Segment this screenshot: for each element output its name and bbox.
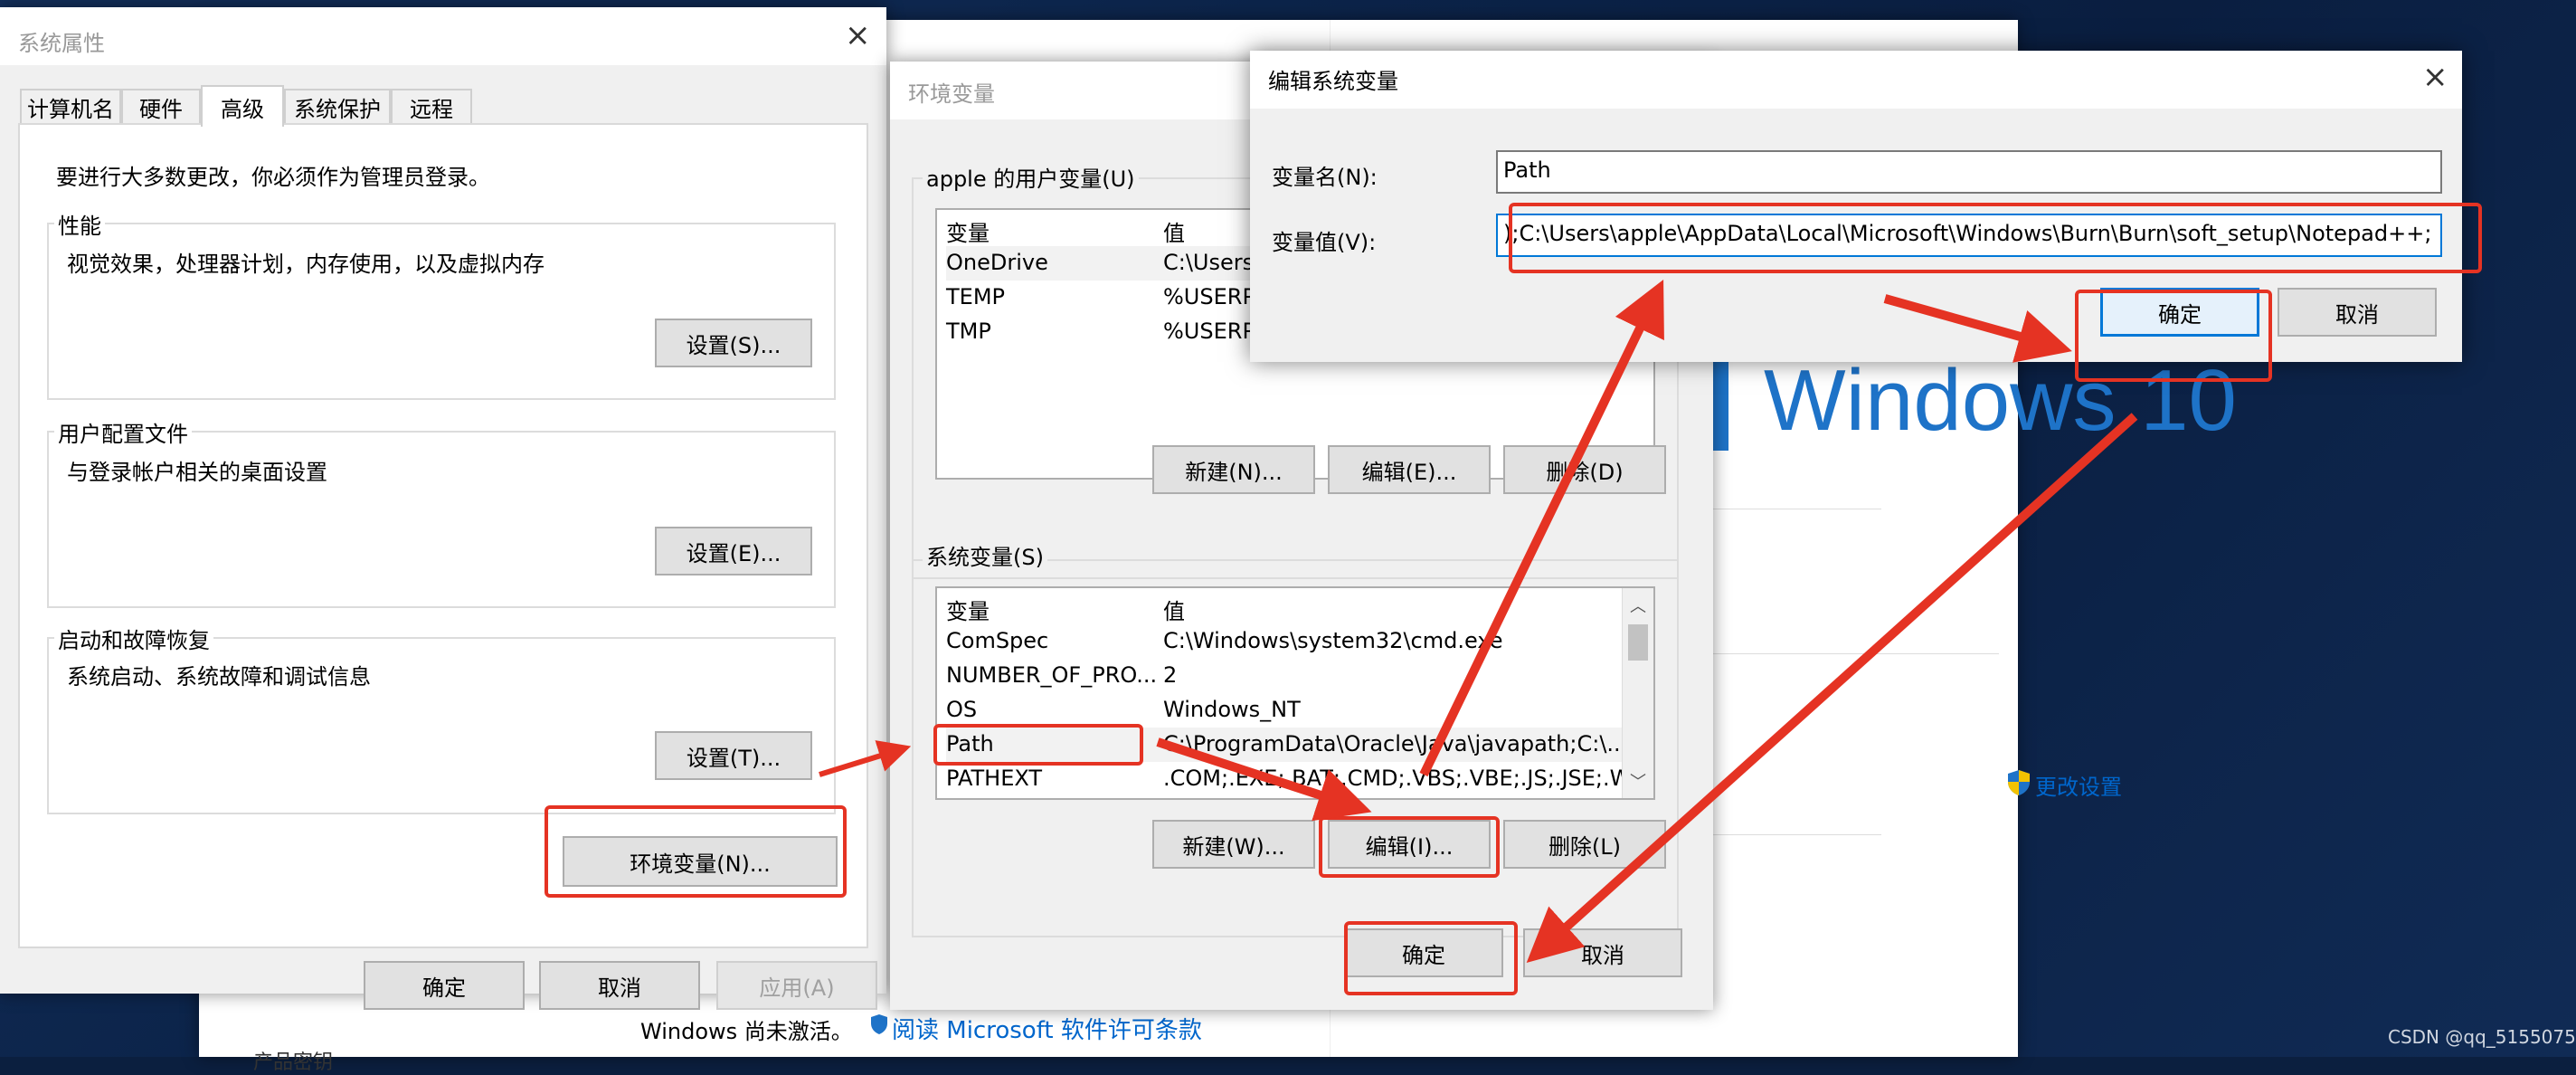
watermark: CSDN @qq_51550750 — [2388, 1026, 2576, 1048]
arrow-to-edit-ok — [1883, 294, 2072, 363]
arrow-to-env-ok — [1526, 413, 2138, 964]
arrow-to-edit — [1156, 737, 1372, 822]
arrow-to-value — [1419, 280, 1664, 777]
tab-advanced[interactable]: 高级 — [201, 85, 284, 127]
arrow-to-path — [819, 740, 912, 777]
annotation-arrows — [819, 280, 2138, 964]
